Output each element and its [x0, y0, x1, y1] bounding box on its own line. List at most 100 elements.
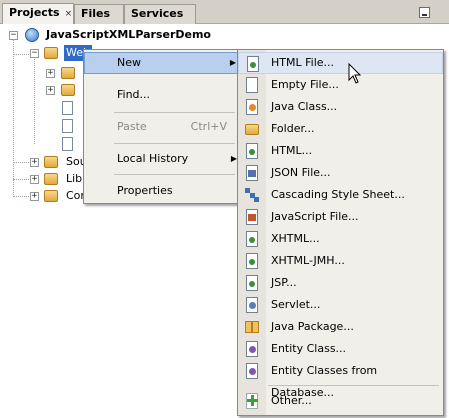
entity-classes-db-icon: [244, 363, 260, 379]
xhtml-icon: [244, 231, 260, 247]
empty-file-icon: [244, 77, 260, 93]
tab-projects[interactable]: Projects ×: [2, 3, 74, 24]
xhtml-icon: [244, 253, 260, 269]
submenu-item-html[interactable]: HTML...: [238, 140, 443, 162]
submenu-item-label: Java Package...: [271, 320, 354, 333]
submenu-item-css[interactable]: Cascading Style Sheet...: [238, 184, 443, 206]
submenu-item-label: Folder...: [271, 122, 315, 135]
menu-separator: [114, 143, 235, 144]
project-name: JavaScriptXMLParserDemo: [46, 28, 211, 41]
tab-services-label: Services: [131, 7, 184, 20]
tree-node-libraries[interactable]: + Libr: [25, 170, 87, 188]
tab-files-label: Files: [81, 7, 111, 20]
menu-separator: [114, 174, 235, 175]
javascript-file-icon: [244, 209, 260, 225]
submenu-item-java-class[interactable]: Java Class...: [238, 96, 443, 118]
menu-separator: [268, 385, 439, 386]
java-class-icon: [244, 99, 260, 115]
tree-node-web-pages[interactable]: − Web: [25, 44, 92, 62]
menu-item-properties[interactable]: Properties: [84, 180, 239, 202]
expand-toggle[interactable]: +: [30, 175, 39, 184]
menu-item-label: Local History: [117, 152, 189, 165]
submenu-item-entity-classes-from-database[interactable]: Entity Classes from Database...: [238, 360, 443, 399]
html-icon: [244, 143, 260, 159]
tree-node-source[interactable]: + Sou: [25, 153, 87, 171]
expand-toggle[interactable]: +: [46, 69, 55, 78]
mouse-pointer-icon: [348, 63, 362, 84]
submenu-item-label: Java Class...: [271, 100, 338, 113]
jsp-icon: [244, 275, 260, 291]
menu-item-label: New: [117, 56, 141, 69]
java-package-icon: [244, 319, 260, 335]
entity-class-icon: [244, 341, 260, 357]
html-file-icon: [62, 137, 73, 151]
submenu-item-label: HTML File...: [271, 56, 335, 69]
other-plus-icon: [244, 393, 260, 409]
submenu-item-folder[interactable]: Folder...: [238, 118, 443, 140]
tree-node-folder[interactable]: +: [44, 81, 84, 99]
menu-item-label: Properties: [117, 184, 173, 197]
context-menu: New ▶ Find... Paste Ctrl+V Local History…: [83, 49, 240, 204]
submenu-item-label: Empty File...: [271, 78, 339, 91]
submenu-item-empty-file[interactable]: Empty File...: [238, 74, 443, 96]
libraries-icon: [44, 173, 58, 185]
projects-tab-bar: Projects × Files Services: [0, 0, 449, 24]
submenu-item-label: JSON File...: [271, 166, 331, 179]
menu-separator: [114, 112, 235, 113]
tree-node-file[interactable]: [44, 117, 84, 135]
minimize-window-button[interactable]: [419, 7, 430, 18]
submenu-item-json-file[interactable]: JSON File...: [238, 162, 443, 184]
menu-item-label: Paste: [117, 120, 147, 133]
submenu-item-label: JavaScript File...: [271, 210, 359, 223]
folder-icon: [44, 156, 58, 168]
submenu-item-java-package[interactable]: Java Package...: [238, 316, 443, 338]
submenu-item-label: Servlet...: [271, 298, 321, 311]
submenu-item-label: HTML...: [271, 144, 313, 157]
menu-item-local-history[interactable]: Local History ▶: [84, 148, 239, 170]
expand-toggle[interactable]: +: [30, 158, 39, 167]
close-icon[interactable]: ×: [65, 9, 73, 19]
submenu-item-html-file[interactable]: HTML File...: [238, 52, 443, 74]
menu-item-find[interactable]: Find...: [84, 84, 239, 106]
expand-toggle[interactable]: +: [46, 86, 55, 95]
menu-item-shortcut: Ctrl+V: [190, 120, 227, 133]
file-icon: [62, 101, 73, 115]
folder-icon: [61, 67, 75, 79]
submenu-item-label: Other...: [271, 394, 312, 407]
tab-projects-label: Projects: [9, 6, 60, 19]
submenu-item-xhtml[interactable]: XHTML...: [238, 228, 443, 250]
tree-connector: [13, 37, 14, 197]
submenu-item-label: Cascading Style Sheet...: [271, 188, 405, 201]
submenu-item-entity-class[interactable]: Entity Class...: [238, 338, 443, 360]
collapse-toggle[interactable]: −: [30, 49, 39, 58]
submenu-arrow-icon: ▶: [229, 58, 236, 67]
submenu-item-label: XHTML-JMH...: [271, 254, 345, 267]
submenu-item-other[interactable]: Other...: [238, 390, 443, 412]
tree-node-file[interactable]: [44, 135, 84, 153]
tree-node-file[interactable]: [44, 99, 84, 117]
folder-icon: [44, 47, 58, 59]
file-icon: [62, 119, 73, 133]
menu-item-label: Find...: [117, 88, 151, 101]
tab-services[interactable]: Services: [124, 4, 196, 24]
tree-node-folder[interactable]: +: [44, 64, 84, 82]
tree-project-node[interactable]: − JavaScriptXMLParserDemo: [4, 26, 244, 44]
folder-icon: [244, 121, 260, 137]
submenu-item-servlet[interactable]: Servlet...: [238, 294, 443, 316]
menu-item-new[interactable]: New ▶: [84, 52, 239, 74]
submenu-item-label: Entity Class...: [271, 342, 347, 355]
project-globe-icon: [25, 28, 39, 42]
expand-toggle[interactable]: +: [30, 192, 39, 201]
tree-node-configuration[interactable]: + Con: [25, 187, 87, 205]
tree-connector: [34, 54, 35, 144]
submenu-item-javascript-file[interactable]: JavaScript File...: [238, 206, 443, 228]
css-icon: [244, 187, 260, 203]
servlet-icon: [244, 297, 260, 313]
tab-files[interactable]: Files: [74, 4, 124, 24]
collapse-toggle[interactable]: −: [9, 31, 18, 40]
folder-icon: [61, 84, 75, 96]
submenu-item-xhtml-jmh[interactable]: XHTML-JMH...: [238, 250, 443, 272]
new-submenu: HTML File... Empty File... Java Class...…: [237, 49, 444, 416]
submenu-item-jsp[interactable]: JSP...: [238, 272, 443, 294]
submenu-item-label: JSP...: [271, 276, 297, 289]
